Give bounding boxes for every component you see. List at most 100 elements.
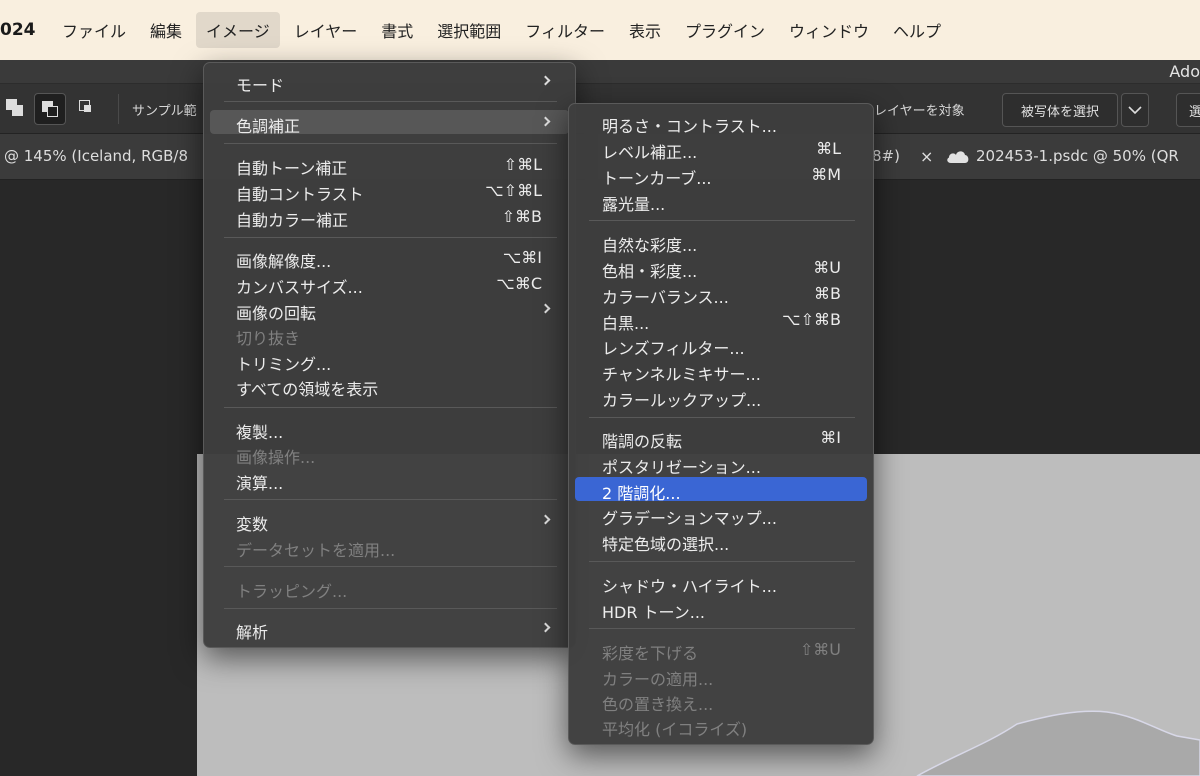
menu-item-label: 色相・彩度... xyxy=(602,262,698,281)
menubar-item-view[interactable]: 表示 xyxy=(619,12,671,48)
menu-item-label: 解析 xyxy=(236,623,269,642)
menu-item-label: 複製... xyxy=(236,423,284,442)
app-name-fragment[interactable]: 024 xyxy=(0,20,48,40)
adjust-item-black-white[interactable]: 白黒... ⌥⇧⌘B xyxy=(575,307,867,333)
menubar-item-image[interactable]: イメージ xyxy=(196,12,280,48)
adjust-item-shadows-highlights[interactable]: シャドウ・ハイライト... xyxy=(575,570,867,596)
add-to-selection-icon[interactable] xyxy=(34,93,66,125)
image-menu-item-mode[interactable]: モード xyxy=(210,69,569,95)
tab-active-document[interactable]: @ 145% (Iceland, RGB/8 xyxy=(4,147,188,165)
adjust-item-color-balance[interactable]: カラーバランス... ⌘B xyxy=(575,281,867,307)
adjust-item-color-lookup[interactable]: カラールックアップ... xyxy=(575,384,867,410)
adjust-item-vibrance[interactable]: 自然な彩度... xyxy=(575,229,867,255)
tab-cloud-document[interactable]: 202453-1.psdc @ 50% (QR xyxy=(976,147,1179,165)
image-menu-item-adjustments[interactable]: 色調補正 xyxy=(210,110,569,136)
image-menu-item-apply-data-set: データセットを適用... xyxy=(210,534,569,560)
image-menu-item-reveal-all[interactable]: すべての領域を表示 xyxy=(210,373,569,399)
menu-item-label: 特定色域の選択... xyxy=(602,535,730,554)
image-menu-item-auto-tone[interactable]: 自動トーン補正 ⇧⌘L xyxy=(210,152,569,178)
adjust-item-hdr-toning[interactable]: HDR トーン... xyxy=(575,596,867,622)
menu-separator xyxy=(224,407,557,408)
adjust-item-hue-saturation[interactable]: 色相・彩度... ⌘U xyxy=(575,255,867,281)
chevron-down-icon xyxy=(1128,106,1142,115)
menu-item-label: 階調の反転 xyxy=(602,432,683,451)
adjust-item-posterize[interactable]: ポスタリゼーション... xyxy=(575,451,867,477)
menu-item-label: 自動コントラスト xyxy=(236,185,364,204)
intersect-selection-icon[interactable] xyxy=(72,93,104,125)
menubar-item-select[interactable]: 選択範囲 xyxy=(427,12,511,48)
menu-item-label: 自動カラー補正 xyxy=(236,211,349,230)
adjust-item-levels[interactable]: レベル補正... ⌘L xyxy=(575,136,867,162)
toolbar-divider xyxy=(118,94,119,124)
adjust-item-curves[interactable]: トーンカーブ... ⌘M xyxy=(575,162,867,188)
menu-item-label: カンバスサイズ... xyxy=(236,278,363,297)
image-menu-item-image-size[interactable]: 画像解像度... ⌥⌘I xyxy=(210,245,569,271)
image-menu-item-calculations[interactable]: 演算... xyxy=(210,467,569,493)
adjust-item-threshold[interactable]: 2 階調化... xyxy=(575,477,867,503)
menu-item-label: トラッピング... xyxy=(236,582,348,601)
sample-all-layers-label[interactable]: レイヤーを対象 xyxy=(874,100,965,119)
menu-item-label: カラーバランス... xyxy=(602,288,729,307)
menubar-item-edit[interactable]: 編集 xyxy=(140,12,192,48)
menu-item-shortcut: ⇧⌘U xyxy=(799,640,841,659)
menubar-item-filter[interactable]: フィルター xyxy=(515,12,615,48)
image-menu-item-duplicate[interactable]: 複製... xyxy=(210,416,569,442)
menu-item-label: チャンネルミキサー... xyxy=(602,365,761,384)
menu-item-label: 画像操作... xyxy=(236,448,316,467)
tab-hidden-fragment[interactable]: 8#) xyxy=(872,147,900,165)
menu-item-shortcut: ⌥⌘C xyxy=(496,274,542,293)
adjust-item-desaturate: 彩度を下げる ⇧⌘U xyxy=(575,637,867,663)
menu-item-label: 色の置き換え... xyxy=(602,695,714,714)
menu-item-label: 演算... xyxy=(236,474,284,493)
cloud-document-icon xyxy=(947,151,969,163)
menu-item-shortcut: ⌘B xyxy=(814,284,841,303)
image-menu-item-crop: 切り抜き xyxy=(210,322,569,348)
menu-separator xyxy=(589,628,855,629)
adjust-item-match-color: カラーの適用... xyxy=(575,663,867,689)
image-menu-item-auto-contrast[interactable]: 自動コントラスト ⌥⇧⌘L xyxy=(210,178,569,204)
menubar-item-help[interactable]: ヘルプ xyxy=(883,12,951,48)
image-menu-item-variables[interactable]: 変数 xyxy=(210,508,569,534)
image-menu-item-analysis[interactable]: 解析 xyxy=(210,616,569,642)
adjust-item-selective-color[interactable]: 特定色域の選択... xyxy=(575,528,867,554)
image-menu-item-canvas-size[interactable]: カンバスサイズ... ⌥⌘C xyxy=(210,271,569,297)
adjust-item-invert[interactable]: 階調の反転 ⌘I xyxy=(575,425,867,451)
tab-close-icon[interactable]: × xyxy=(920,147,933,166)
select-and-mask-button[interactable]: 選 xyxy=(1176,93,1200,127)
chevron-right-icon xyxy=(540,116,551,127)
adjust-item-exposure[interactable]: 露光量... xyxy=(575,188,867,214)
new-selection-icon[interactable] xyxy=(0,93,32,125)
sample-size-label[interactable]: サンプル範 xyxy=(132,100,197,119)
image-menu-item-trim[interactable]: トリミング... xyxy=(210,348,569,374)
menu-item-label: 色調補正 xyxy=(236,117,301,136)
select-subject-dropdown[interactable] xyxy=(1121,93,1149,127)
menu-item-shortcut: ⌘M xyxy=(811,165,841,184)
menu-separator xyxy=(224,143,557,144)
image-menu-item-image-rotation[interactable]: 画像の回転 xyxy=(210,297,569,323)
menubar-item-file[interactable]: ファイル xyxy=(52,12,136,48)
menu-item-label: ポスタリゼーション... xyxy=(602,458,761,477)
menu-separator xyxy=(224,499,557,500)
select-subject-button[interactable]: 被写体を選択 xyxy=(1002,93,1118,127)
adjust-item-channel-mixer[interactable]: チャンネルミキサー... xyxy=(575,358,867,384)
menu-item-shortcut: ⇧⌘L xyxy=(503,155,542,174)
menubar-item-window[interactable]: ウィンドウ xyxy=(779,12,879,48)
menu-item-label: 画像の回転 xyxy=(236,304,317,323)
adjust-item-gradient-map[interactable]: グラデーションマップ... xyxy=(575,502,867,528)
adjustments-submenu: 明るさ・コントラスト... レベル補正... ⌘L トーンカーブ... ⌘M 露… xyxy=(568,103,874,745)
chevron-right-icon xyxy=(540,75,551,86)
image-menu: モード 色調補正 自動トーン補正 ⇧⌘L 自動コントラスト ⌥⇧⌘L 自動カラー… xyxy=(203,62,576,648)
menu-item-shortcut: ⌥⇧⌘L xyxy=(485,181,542,200)
menubar-item-layer[interactable]: レイヤー xyxy=(284,12,368,48)
adjust-item-brightness-contrast[interactable]: 明るさ・コントラスト... xyxy=(575,110,867,136)
chevron-right-icon xyxy=(540,514,551,525)
app-title: Ado xyxy=(1169,62,1200,81)
menubar-item-plugins[interactable]: プラグイン xyxy=(675,12,775,48)
menu-item-label: トリミング... xyxy=(236,355,332,374)
menu-item-label: 露光量... xyxy=(602,195,666,214)
image-menu-item-auto-color[interactable]: 自動カラー補正 ⇧⌘B xyxy=(210,204,569,230)
menu-separator xyxy=(224,608,557,609)
menubar-item-type[interactable]: 書式 xyxy=(371,12,423,48)
adjust-item-photo-filter[interactable]: レンズフィルター... xyxy=(575,332,867,358)
menu-item-label: トーンカーブ... xyxy=(602,169,712,188)
